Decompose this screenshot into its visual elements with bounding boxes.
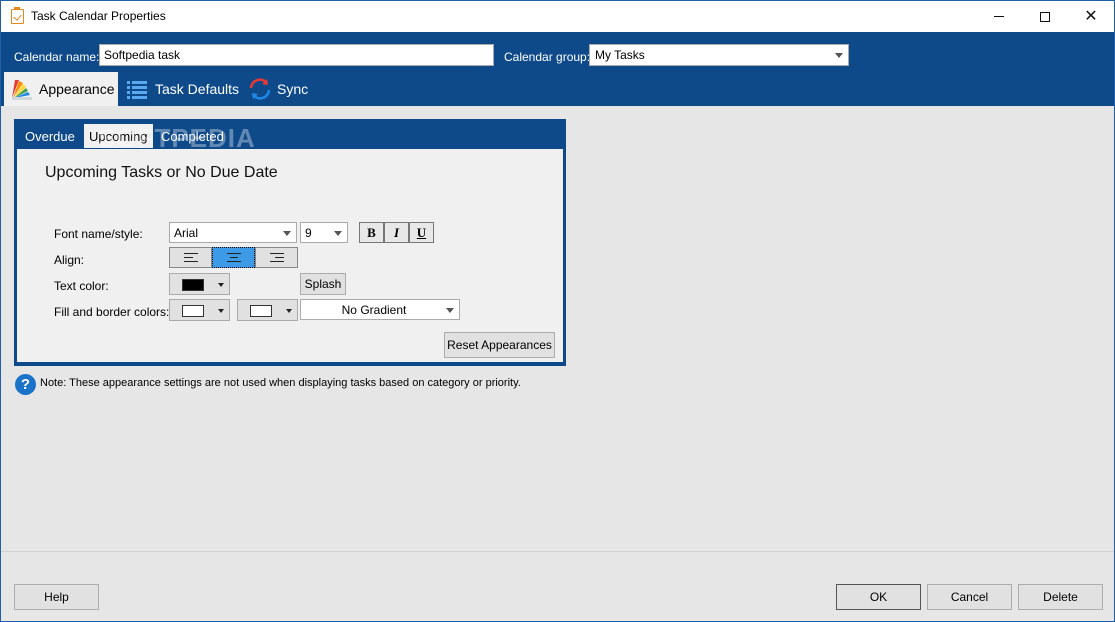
list-icon xyxy=(125,76,151,102)
align-left-icon xyxy=(183,253,198,262)
italic-button[interactable]: I xyxy=(384,222,409,243)
align-center-icon xyxy=(226,253,241,262)
font-name-value: Arial xyxy=(174,226,199,240)
align-center-button[interactable] xyxy=(212,247,255,268)
minimize-icon xyxy=(994,16,1004,17)
underline-button[interactable]: U xyxy=(409,222,434,243)
close-icon: ✕ xyxy=(1084,7,1098,25)
question-icon: ? xyxy=(15,374,36,395)
clipboard-check-icon xyxy=(11,7,24,24)
gradient-value: No Gradient xyxy=(341,303,407,317)
align-left-button[interactable] xyxy=(169,247,212,268)
watermark: SOFTPEDIA xyxy=(98,123,256,153)
tab-sync-label: Sync xyxy=(277,81,309,97)
reset-appearances-button[interactable]: Reset Appearances xyxy=(444,332,555,358)
align-label: Align: xyxy=(54,253,85,267)
tab-appearance-label: Appearance xyxy=(39,81,115,97)
font-name-select[interactable]: Arial xyxy=(169,222,297,243)
gradient-select[interactable]: No Gradient xyxy=(300,299,460,320)
upcoming-settings: Upcoming Tasks or No Due Date Font name/… xyxy=(17,149,563,362)
chevron-down-icon xyxy=(334,231,342,236)
dialog-footer: Help OK Cancel Delete xyxy=(1,552,1114,621)
border-color-swatch xyxy=(250,305,272,317)
align-right-icon xyxy=(269,253,284,262)
chevron-down-icon xyxy=(286,309,292,313)
font-size-select[interactable]: 9 xyxy=(300,222,348,243)
calendar-group-select[interactable]: My Tasks xyxy=(589,44,849,66)
minimize-button[interactable] xyxy=(976,1,1022,32)
chevron-down-icon xyxy=(218,309,224,313)
tab-task-defaults-label: Task Defaults xyxy=(155,81,240,97)
chevron-down-icon xyxy=(218,283,224,287)
splash-button[interactable]: Splash xyxy=(300,273,346,295)
sync-icon xyxy=(247,76,273,102)
delete-button[interactable]: Delete xyxy=(1018,584,1103,610)
appearance-content: Overdue Upcoming Completed Upcoming Task… xyxy=(1,106,1114,551)
fill-border-label: Fill and border colors: xyxy=(54,305,170,319)
align-right-button[interactable] xyxy=(255,247,298,268)
font-size-value: 9 xyxy=(305,226,312,240)
subtab-overdue[interactable]: Overdue xyxy=(20,124,80,148)
chevron-down-icon xyxy=(446,308,454,313)
help-button[interactable]: Help xyxy=(14,584,99,610)
calendar-header: Calendar name: Calendar group: My Tasks … xyxy=(1,32,1114,106)
task-calendar-properties-window: Task Calendar Properties ✕ Calendar name… xyxy=(0,0,1115,622)
maximize-icon xyxy=(1040,11,1050,22)
section-title: Upcoming Tasks or No Due Date xyxy=(45,164,278,181)
text-color-swatch xyxy=(182,279,204,291)
appearance-panel: Overdue Upcoming Completed Upcoming Task… xyxy=(14,119,566,366)
title-bar: Task Calendar Properties ✕ xyxy=(1,1,1114,32)
tab-sync[interactable]: Sync xyxy=(245,72,325,106)
font-label: Font name/style: xyxy=(54,227,143,241)
calendar-name-input[interactable] xyxy=(99,44,494,66)
close-button[interactable]: ✕ xyxy=(1068,1,1114,32)
fill-color-swatch xyxy=(182,305,204,317)
calendar-group-label: Calendar group: xyxy=(504,50,591,64)
bold-button[interactable]: B xyxy=(359,222,384,243)
cancel-button[interactable]: Cancel xyxy=(927,584,1012,610)
window-title: Task Calendar Properties xyxy=(31,9,166,23)
maximize-button[interactable] xyxy=(1022,1,1068,32)
ok-button[interactable]: OK xyxy=(836,584,921,610)
chevron-down-icon xyxy=(835,53,843,58)
tab-task-defaults[interactable]: Task Defaults xyxy=(121,72,241,106)
calendar-name-label: Calendar name: xyxy=(14,50,100,64)
border-color-picker[interactable] xyxy=(237,299,298,321)
fill-color-picker[interactable] xyxy=(169,299,230,321)
tab-appearance[interactable]: Appearance xyxy=(4,72,118,106)
calendar-group-value: My Tasks xyxy=(595,48,645,62)
text-color-label: Text color: xyxy=(54,279,109,293)
color-swatch-icon xyxy=(9,76,35,102)
chevron-down-icon xyxy=(283,231,291,236)
text-color-picker[interactable] xyxy=(169,273,230,295)
note-text: Note: These appearance settings are not … xyxy=(40,377,521,389)
